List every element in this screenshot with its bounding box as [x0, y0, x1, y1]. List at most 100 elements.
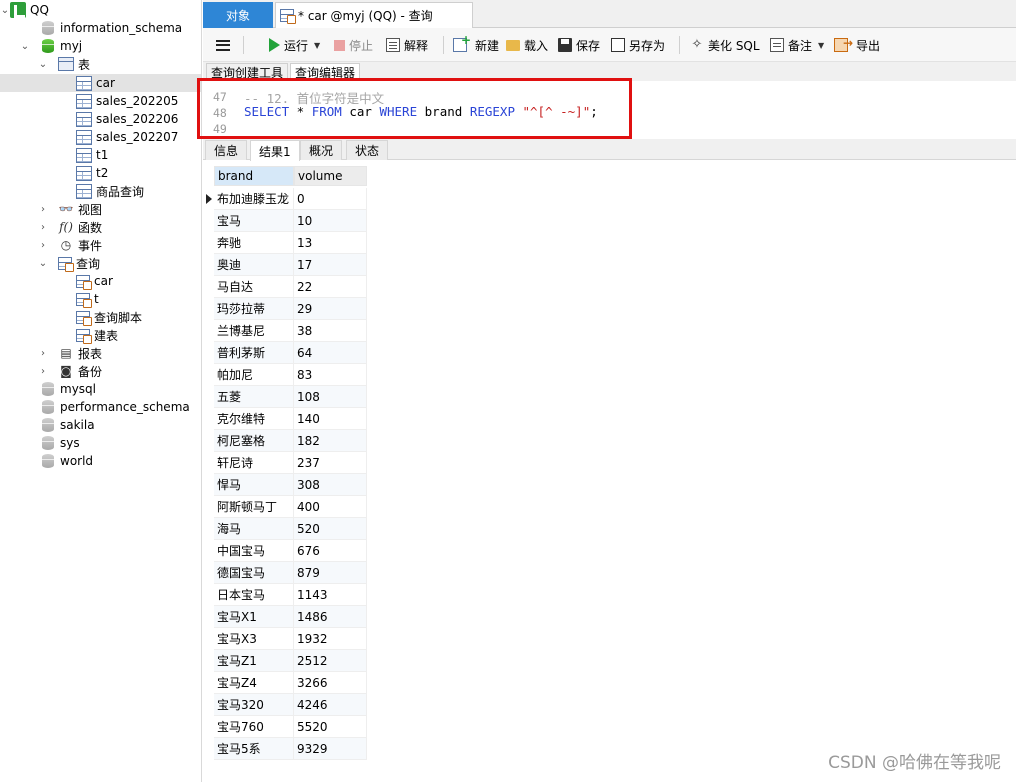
cell-volume[interactable]: 4246 — [294, 694, 367, 716]
tree-group-functions[interactable]: › f() 函数 — [0, 218, 201, 236]
cell-volume[interactable]: 3266 — [294, 672, 367, 694]
tree-db-mysql[interactable]: mysql — [0, 380, 201, 398]
table-row[interactable]: 轩尼诗 237 — [203, 452, 369, 474]
cell-volume[interactable]: 5520 — [294, 716, 367, 738]
cell-brand[interactable]: 海马 — [214, 518, 294, 540]
cell-volume[interactable]: 182 — [294, 430, 367, 452]
cell-brand[interactable]: 宝马Z4 — [214, 672, 294, 694]
table-row[interactable]: 宝马760 5520 — [203, 716, 369, 738]
cell-brand[interactable]: 阿斯顿马丁 — [214, 496, 294, 518]
cell-volume[interactable]: 400 — [294, 496, 367, 518]
cell-brand[interactable]: 布加迪滕玉龙 — [214, 188, 294, 210]
cell-volume[interactable]: 10 — [294, 210, 367, 232]
column-header-volume[interactable]: volume — [294, 166, 367, 186]
cell-brand[interactable]: 五菱 — [214, 386, 294, 408]
beautify-sql-button[interactable]: ✧ 美化 SQL — [690, 28, 760, 62]
cell-volume[interactable]: 1143 — [294, 584, 367, 606]
cell-brand[interactable]: 普利茅斯 — [214, 342, 294, 364]
stop-button[interactable]: 停止 — [334, 28, 373, 62]
cell-volume[interactable]: 13 — [294, 232, 367, 254]
cell-volume[interactable]: 38 — [294, 320, 367, 342]
tree-group-events[interactable]: › ◷ 事件 — [0, 236, 201, 254]
export-button[interactable]: 导出 — [834, 28, 880, 62]
table-row[interactable]: 奔驰 13 — [203, 232, 369, 254]
tree-table-sales-202205[interactable]: sales_202205 — [0, 92, 201, 110]
table-row[interactable]: 海马 520 — [203, 518, 369, 540]
tree-table-t2[interactable]: t2 — [0, 164, 201, 182]
table-row[interactable]: 五菱 108 — [203, 386, 369, 408]
tree-table-car[interactable]: car — [0, 74, 201, 92]
new-button[interactable]: 新建 — [453, 28, 499, 62]
cell-volume[interactable]: 308 — [294, 474, 367, 496]
tree-connection-qq[interactable]: ⌄ QQ — [0, 1, 201, 19]
tree-query-car[interactable]: car — [0, 272, 201, 290]
cell-volume[interactable]: 237 — [294, 452, 367, 474]
cell-volume[interactable]: 879 — [294, 562, 367, 584]
table-row[interactable]: 德国宝马 879 — [203, 562, 369, 584]
chevron-down-icon[interactable]: ⌄ — [38, 55, 48, 73]
tree-db-performance-schema[interactable]: performance_schema — [0, 398, 201, 416]
chevron-right-icon[interactable]: › — [38, 200, 48, 218]
table-row[interactable]: 奥迪 17 — [203, 254, 369, 276]
tree-query-script[interactable]: 查询脚本 — [0, 308, 201, 326]
chevron-right-icon[interactable]: › — [38, 218, 48, 236]
table-row[interactable]: 普利茅斯 64 — [203, 342, 369, 364]
cell-volume[interactable]: 17 — [294, 254, 367, 276]
cell-brand[interactable]: 兰博基尼 — [214, 320, 294, 342]
column-header-brand[interactable]: brand — [214, 166, 294, 186]
tree-group-queries[interactable]: ⌄ 查询 — [0, 254, 201, 272]
table-row[interactable]: 日本宝马 1143 — [203, 584, 369, 606]
cell-brand[interactable]: 玛莎拉蒂 — [214, 298, 294, 320]
table-row[interactable]: 玛莎拉蒂 29 — [203, 298, 369, 320]
tree-query-t[interactable]: t — [0, 290, 201, 308]
cell-volume[interactable]: 22 — [294, 276, 367, 298]
table-row[interactable]: 宝马320 4246 — [203, 694, 369, 716]
tree-group-backups[interactable]: › ◙ 备份 — [0, 362, 201, 380]
table-row[interactable]: 宝马Z4 3266 — [203, 672, 369, 694]
chevron-down-icon[interactable]: ⌄ — [20, 37, 30, 55]
cell-volume[interactable]: 64 — [294, 342, 367, 364]
table-row[interactable]: 宝马 10 — [203, 210, 369, 232]
cell-brand[interactable]: 柯尼塞格 — [214, 430, 294, 452]
table-row[interactable]: 中国宝马 676 — [203, 540, 369, 562]
tree-db-myj[interactable]: ⌄ myj — [0, 37, 201, 55]
tree-table-product-query[interactable]: 商品查询 — [0, 182, 201, 200]
table-row[interactable]: 悍马 308 — [203, 474, 369, 496]
chevron-down-icon[interactable]: ⌄ — [0, 1, 10, 19]
cell-brand[interactable]: 帕加尼 — [214, 364, 294, 386]
cell-brand[interactable]: 宝马Z1 — [214, 650, 294, 672]
tab-objects[interactable]: 对象 — [203, 2, 273, 28]
run-button[interactable]: 运行 ▼ — [269, 28, 320, 62]
table-row[interactable]: 兰博基尼 38 — [203, 320, 369, 342]
save-button[interactable]: 保存 — [558, 28, 600, 62]
tree-group-views[interactable]: › 👓 视图 — [0, 200, 201, 218]
cell-volume[interactable]: 1932 — [294, 628, 367, 650]
table-row[interactable]: 克尔维特 140 — [203, 408, 369, 430]
tree-group-reports[interactable]: › ▤ 报表 — [0, 344, 201, 362]
cell-volume[interactable]: 140 — [294, 408, 367, 430]
tree-table-sales-202207[interactable]: sales_202207 — [0, 128, 201, 146]
table-row[interactable]: 马自达 22 — [203, 276, 369, 298]
tree-table-t1[interactable]: t1 — [0, 146, 201, 164]
cell-brand[interactable]: 德国宝马 — [214, 562, 294, 584]
menu-button[interactable] — [216, 28, 230, 62]
note-button[interactable]: 备注 ▼ — [770, 28, 824, 62]
cell-brand[interactable]: 中国宝马 — [214, 540, 294, 562]
chevron-right-icon[interactable]: › — [38, 362, 48, 380]
cell-volume[interactable]: 1486 — [294, 606, 367, 628]
tab-overview[interactable]: 概况 — [300, 140, 343, 160]
tree-group-tables[interactable]: ⌄ 表 — [0, 55, 201, 73]
cell-brand[interactable]: 马自达 — [214, 276, 294, 298]
cell-volume[interactable]: 108 — [294, 386, 367, 408]
tab-query-car[interactable]: * car @myj (QQ) - 查询 — [275, 2, 473, 28]
cell-brand[interactable]: 宝马5系 — [214, 738, 294, 760]
cell-brand[interactable]: 日本宝马 — [214, 584, 294, 606]
table-row[interactable]: 宝马5系 9329 — [203, 738, 369, 760]
table-row[interactable]: 宝马Z1 2512 — [203, 650, 369, 672]
table-row[interactable]: 帕加尼 83 — [203, 364, 369, 386]
load-button[interactable]: 载入 — [506, 28, 548, 62]
cell-brand[interactable]: 奔驰 — [214, 232, 294, 254]
cell-volume[interactable]: 83 — [294, 364, 367, 386]
cell-volume[interactable]: 29 — [294, 298, 367, 320]
cell-brand[interactable]: 宝马320 — [214, 694, 294, 716]
